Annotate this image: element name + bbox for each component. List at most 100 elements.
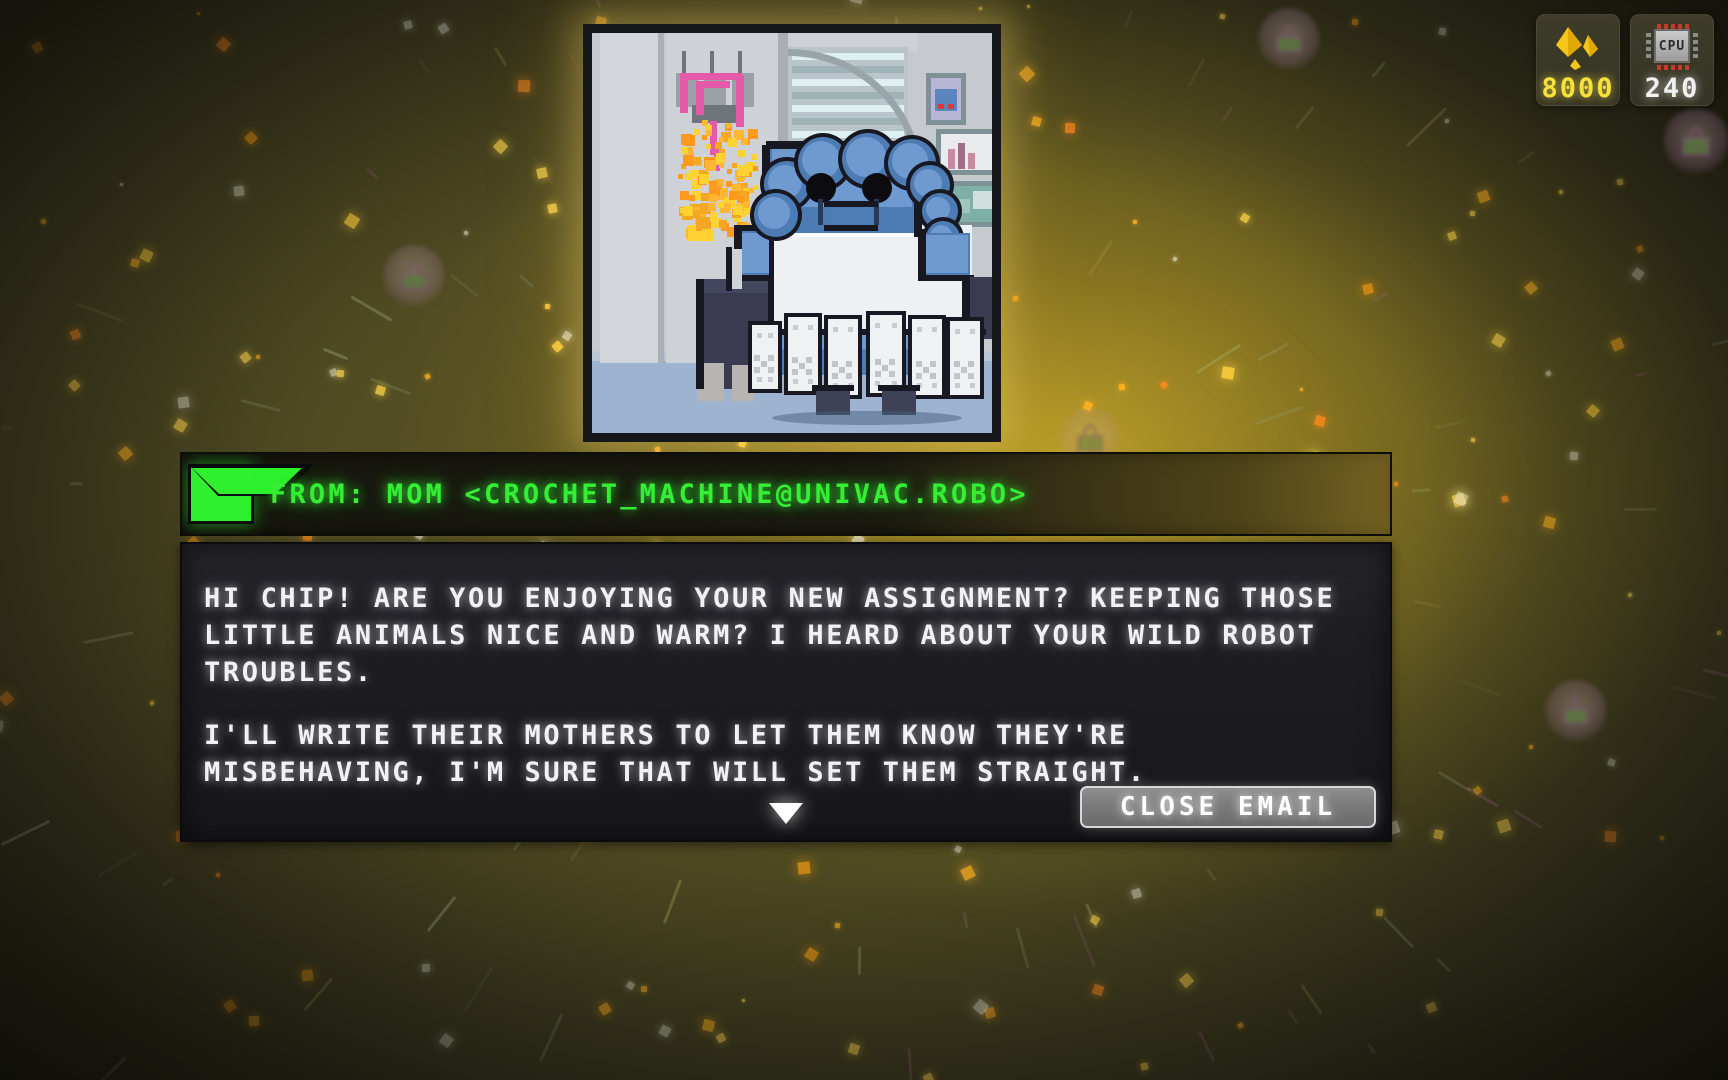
portrait-knit-dot <box>955 329 960 334</box>
portrait-yarn-pixel <box>715 142 722 149</box>
portrait-knit-dot <box>848 327 853 332</box>
portrait-stitch <box>875 359 881 365</box>
portrait-yarn-pixel <box>718 202 724 208</box>
portrait-stitch <box>930 361 936 367</box>
portrait-yarn-pink <box>736 75 744 127</box>
portrait-knit-dot <box>768 377 773 382</box>
portrait-yarn-pixel <box>733 205 743 215</box>
portrait-stitch <box>768 355 774 361</box>
portrait-robot-bobble-hl <box>846 137 886 177</box>
cpu-counter[interactable]: CPU 240 <box>1630 14 1714 106</box>
portrait-yarn-pixel <box>678 174 683 179</box>
portrait-yarn-pixel <box>683 206 693 216</box>
portrait-yarn-pixel <box>709 194 717 202</box>
portrait-yarn-pixel <box>708 203 716 211</box>
portrait-yarn-pixel <box>709 181 718 190</box>
portrait-picture-art <box>968 153 975 169</box>
portrait-yarn-pixel <box>705 160 716 171</box>
portrait-yarn-pixel <box>726 181 732 187</box>
envelope-icon <box>188 464 314 524</box>
portrait-stitch <box>799 363 805 369</box>
portrait-yarn-pixel <box>727 169 732 174</box>
portrait-yarn-pixel <box>724 203 731 210</box>
portrait-outline <box>918 229 926 281</box>
portrait-yarn-pixel <box>737 196 744 203</box>
portrait-yarn-pixel <box>701 193 709 201</box>
portrait-knit-dot <box>955 383 960 388</box>
portrait-stitch <box>846 373 852 379</box>
portrait-outline <box>878 385 920 391</box>
gold-value: 8000 <box>1541 73 1615 104</box>
email-header: FROM: MOM <CROCHET_MACHINE@UNIVAC.ROBO> <box>180 452 1392 536</box>
portrait-yarn-pixel <box>748 129 758 139</box>
portrait-stitch <box>916 361 922 367</box>
portrait-knit-dot <box>970 329 975 334</box>
portrait-wall-panel <box>600 33 662 363</box>
portrait-outline <box>726 247 732 291</box>
portrait-yarn-pixel <box>719 137 724 142</box>
portrait-yarn-pixel <box>741 138 748 145</box>
lock-icon <box>1663 108 1728 174</box>
portrait-knit-dot <box>808 325 813 330</box>
portrait-outline <box>696 279 704 389</box>
portrait-stitch <box>806 357 812 363</box>
portrait-picture-dot <box>948 104 954 109</box>
portrait-stitch <box>889 359 895 365</box>
portrait-outline <box>824 201 878 207</box>
portrait-stitch <box>968 373 974 379</box>
portrait-picture-dot <box>938 104 944 109</box>
email-paragraph: HI CHIP! ARE YOU ENJOYING YOUR NEW ASSIG… <box>204 583 1336 688</box>
portrait-knit-dot <box>793 379 798 384</box>
portrait-stitch <box>839 367 845 373</box>
close-email-label: CLOSE EMAIL <box>1119 792 1337 822</box>
portrait-stitch <box>832 361 838 367</box>
portrait-knit-dot <box>892 323 897 328</box>
portrait-stitch <box>754 355 760 361</box>
portrait-robot-bobble-hl <box>758 197 790 229</box>
cpu-chip-label: CPU <box>1658 38 1686 54</box>
portrait-yarn-pink <box>680 73 742 80</box>
portrait-stitch <box>846 361 852 367</box>
close-email-button[interactable]: CLOSE EMAIL <box>1080 786 1376 828</box>
portrait-stitch <box>923 367 929 373</box>
portrait-yarn-pixel <box>719 220 727 228</box>
portrait-yarn-pixel <box>685 173 692 180</box>
email-from-line: FROM: MOM <CROCHET_MACHINE@UNIVAC.ROBO> <box>270 478 1029 510</box>
portrait-stitch <box>961 367 967 373</box>
portrait-yarn-pixel <box>749 188 754 193</box>
portrait-stitch <box>889 371 895 377</box>
character-portrait-frame <box>583 24 1001 442</box>
cpu-chip-icon: CPU <box>1643 23 1701 71</box>
portrait-stitch <box>954 361 960 367</box>
portrait-yarn-pixel <box>753 166 758 171</box>
portrait-floor-shadow <box>772 411 962 425</box>
gold-counter[interactable]: 8000 <box>1536 14 1620 106</box>
portrait-knit-dot <box>768 333 773 338</box>
portrait-stitch <box>968 361 974 367</box>
portrait-yarn-pixel <box>699 174 709 184</box>
portrait-knit-dot <box>757 377 762 382</box>
portrait-stitch <box>792 357 798 363</box>
portrait-yarn-pixel <box>726 123 731 128</box>
portrait-yarn-pixel <box>680 191 689 200</box>
down-triangle-icon[interactable] <box>769 803 803 824</box>
portrait-yarn-pixel <box>719 163 724 168</box>
portrait-robot-arm-face <box>924 235 968 273</box>
hud-top-right: 8000 CPU 240 <box>1536 14 1714 106</box>
lock-icon <box>1545 680 1607 742</box>
portrait-yarn-pixel <box>694 129 700 135</box>
portrait-picture-art <box>958 143 965 169</box>
portrait-stitch <box>930 373 936 379</box>
portrait-yarn-pixel <box>706 144 711 149</box>
portrait-stitch <box>875 371 881 377</box>
portrait-stitch <box>882 365 888 371</box>
portrait-yarn-pixel <box>738 150 745 157</box>
portrait-knit-dot <box>757 333 762 338</box>
portrait-chain <box>710 51 714 73</box>
portrait-knit-dot <box>793 325 798 330</box>
character-portrait <box>592 33 992 433</box>
email-body: HI CHIP! ARE YOU ENJOYING YOUR NEW ASSIG… <box>180 542 1392 842</box>
portrait-wall-edge <box>658 33 664 363</box>
portrait-yarn-pixel <box>738 165 749 176</box>
portrait-knit-dot <box>808 379 813 384</box>
